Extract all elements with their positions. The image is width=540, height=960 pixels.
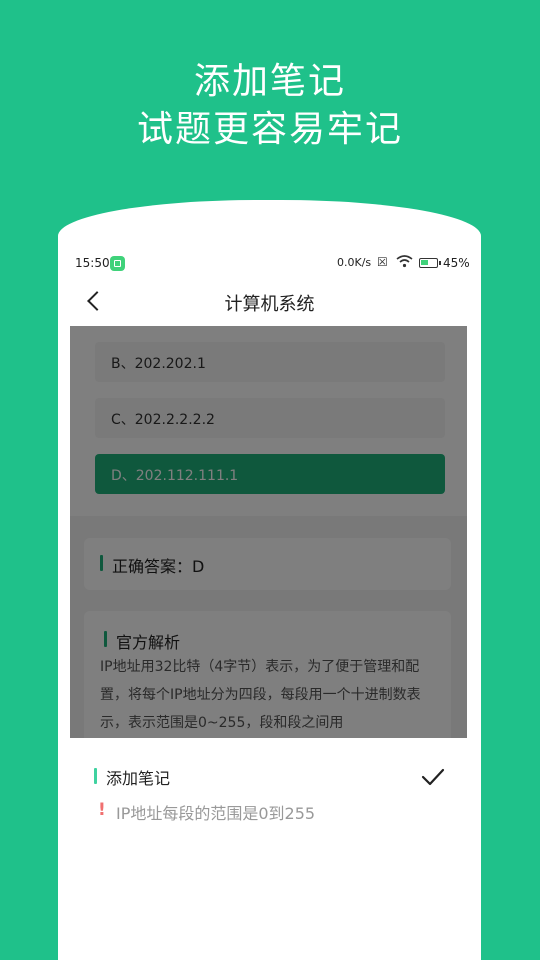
status-time: 15:50 [75,256,110,270]
app-notification-icon [110,256,125,271]
promo-title: 添加笔记 [193,61,346,102]
battery-icon [419,258,441,268]
wifi-icon [396,255,413,268]
check-icon[interactable] [420,764,446,790]
page-title: 计算机系统 [224,294,315,315]
note-title: 添加笔记 [106,769,171,788]
phone-screen: 15:50 0.0K/s ☒ 45% 计算机系统 B、202.202.1 C、2… [58,200,481,960]
note-content[interactable]: IP地址每段的范围是0到255 [116,800,315,824]
network-speed: 0.0K/s [337,256,372,269]
battery-level: 45% [443,256,470,270]
nav-bar: 计算机系统 [58,284,481,320]
status-bar: 15:50 0.0K/s ☒ 45% [58,252,481,274]
add-note-panel: 添加笔记 ! IP地址每段的范围是0到255 [58,738,481,960]
exclamation-icon: ! [98,800,106,820]
no-sim-icon: ☒ [377,255,388,269]
dim-overlay[interactable] [70,326,467,738]
promo-subtitle: 试题更容易牢记 [136,109,403,150]
question-content: B、202.202.1 C、202.2.2.2.2 D、202.112.111.… [70,326,467,738]
note-accent-bar [94,768,97,784]
